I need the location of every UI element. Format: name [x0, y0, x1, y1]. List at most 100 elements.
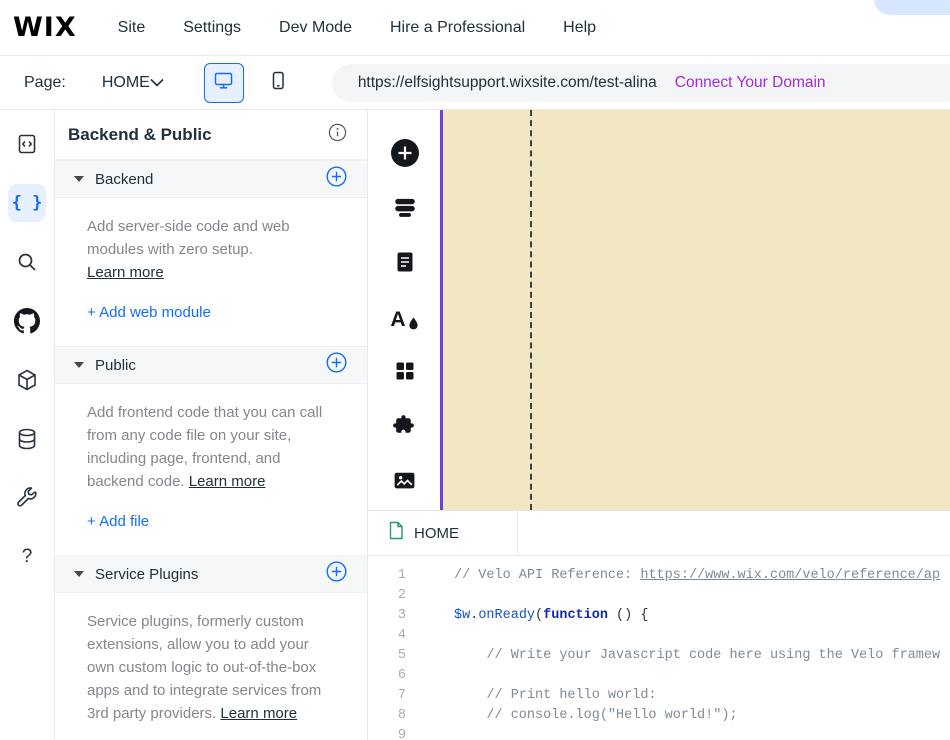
rail-item-github[interactable] [0, 291, 55, 350]
menu-item-dev-mode[interactable]: Dev Mode [279, 19, 352, 37]
page-icon [393, 250, 417, 279]
topbar-cut-button[interactable] [874, 0, 950, 15]
line-number: 4 [397, 628, 406, 643]
rail-item-page-code[interactable] [0, 114, 55, 173]
code-line[interactable]: 7 // Print hello world: [368, 686, 950, 706]
section-label: Service Plugins [95, 565, 199, 583]
section-body-public: Add frontend code that you can call from… [55, 384, 367, 555]
section-body-backend: Add server-side code and web modules wit… [55, 198, 367, 346]
page-canvas[interactable] [443, 110, 950, 510]
rail-item-tools[interactable] [0, 468, 55, 527]
collapse-arrow-icon[interactable] [74, 362, 84, 368]
connect-domain-link[interactable]: Connect Your Domain [675, 74, 826, 92]
menu-item-help[interactable]: Help [563, 19, 596, 37]
code-editor[interactable]: 1 // Velo API Reference: https://www.wix.… [368, 557, 950, 740]
section-header-public[interactable]: Public [55, 346, 367, 384]
add-icon [390, 138, 420, 173]
code-text: // Write your Javascript code here using… [454, 648, 941, 663]
line-number: 6 [397, 668, 406, 683]
collapse-arrow-icon[interactable] [74, 571, 84, 577]
editor-toolbar: A [368, 110, 441, 510]
apps-grid-icon [393, 359, 417, 388]
media-button[interactable] [368, 455, 441, 510]
section-body-service-plugins: Service plugins, formerly custom extensi… [55, 593, 367, 740]
page-label: Page: [24, 73, 66, 91]
line-number: 2 [397, 588, 406, 603]
code-line[interactable]: 2 [368, 586, 950, 606]
menu-item-site[interactable]: Site [118, 19, 146, 37]
rail-item-code-files[interactable]: { } [0, 173, 55, 232]
info-icon[interactable] [328, 123, 347, 147]
page-selector[interactable]: Page: HOME [0, 56, 184, 110]
menu-item-hire-a-professional[interactable]: Hire a Professional [390, 19, 525, 37]
rail-item-database[interactable] [0, 409, 55, 468]
line-number: 9 [397, 728, 406, 740]
line-number: 5 [397, 648, 406, 663]
github-icon [8, 302, 46, 340]
mobile-view-button[interactable] [258, 63, 298, 103]
site-design-button[interactable]: A [368, 292, 441, 347]
topbar: WIX Site Settings Dev Mode Hire a Profes… [0, 0, 950, 56]
code-braces-icon: { } [8, 183, 46, 222]
wix-logo[interactable]: WIX [13, 12, 77, 43]
search-icon [8, 243, 46, 281]
layers-icon [392, 194, 418, 225]
rail-item-help[interactable]: ? [0, 527, 55, 586]
chevron-down-icon [150, 78, 164, 87]
add-web-module-button[interactable]: + Add web module [87, 304, 211, 321]
desktop-view-button[interactable] [203, 62, 244, 103]
code-text: // Velo API Reference: https://www.wix.c… [454, 568, 941, 583]
code-line[interactable]: 4 [368, 626, 950, 646]
add-section-button[interactable] [368, 183, 441, 238]
page-code-icon [8, 125, 46, 163]
add-page-button[interactable] [368, 237, 441, 292]
code-tab-label: HOME [414, 524, 459, 542]
add-file-button[interactable]: + Add file [87, 513, 149, 530]
code-line[interactable]: 3 $w.onReady(function () { [368, 606, 950, 626]
section-description: Add server-side code and web modules wit… [87, 218, 290, 258]
package-icon [8, 361, 46, 399]
section-header-service-plugins[interactable]: Service Plugins [55, 555, 367, 593]
code-line[interactable]: 5 // Write your Javascript code here usi… [368, 646, 950, 666]
code-line[interactable]: 8 // console.log("Hello world!"); [368, 706, 950, 726]
code-line[interactable]: 9 [368, 726, 950, 740]
learn-more-link[interactable]: Learn more [87, 264, 164, 281]
rail-item-search[interactable] [0, 232, 55, 291]
collapse-arrow-icon[interactable] [74, 176, 84, 182]
line-number: 1 [397, 568, 406, 583]
topbar-menu: Site Settings Dev Mode Hire a Profession… [118, 19, 596, 37]
code-line[interactable]: 6 [368, 666, 950, 686]
device-toggle [184, 62, 318, 103]
learn-more-link[interactable]: Learn more [220, 705, 297, 722]
rail-item-packages[interactable] [0, 350, 55, 409]
line-number: 3 [397, 608, 406, 623]
code-text: $w.onReady(function () { [454, 608, 649, 623]
grid-guide-line [530, 110, 532, 510]
site-url-bar[interactable]: https://elfsightsupport.wixsite.com/test… [331, 63, 950, 102]
wix-editor-dev-mode: WIX Site Settings Dev Mode Hire a Profes… [0, 0, 950, 740]
menu-item-settings[interactable]: Settings [183, 19, 241, 37]
help-icon: ? [21, 545, 33, 567]
code-tab-home[interactable]: HOME [368, 511, 518, 555]
puzzle-icon [392, 413, 417, 443]
learn-more-link[interactable]: Learn more [189, 473, 266, 490]
site-design-icon: A [390, 309, 418, 330]
add-element-button[interactable] [368, 128, 441, 183]
code-tab-bar: HOME [368, 511, 950, 556]
section-label: Public [95, 356, 136, 374]
app-market-button[interactable] [368, 346, 441, 401]
current-page-name: HOME [101, 73, 150, 91]
code-lines: 1 // Velo API Reference: https://www.wix.… [368, 566, 950, 740]
code-line[interactable]: 1 // Velo API Reference: https://www.wix.… [368, 566, 950, 586]
wrench-icon [8, 479, 46, 517]
add-service-plugin-icon[interactable] [326, 561, 347, 587]
section-label: Backend [95, 170, 154, 188]
section-header-backend[interactable]: Backend [55, 160, 367, 198]
page-boundary-line [440, 110, 443, 510]
site-url: https://elfsightsupport.wixsite.com/test… [357, 73, 657, 91]
add-plugins-button[interactable] [368, 401, 441, 456]
code-panel: HOME 1 // Velo API Reference: https://www… [368, 510, 950, 740]
page-bar: Page: HOME https://elfsightsupport.wixsi… [0, 56, 950, 110]
add-public-icon[interactable] [326, 352, 347, 378]
add-backend-icon[interactable] [326, 166, 347, 192]
